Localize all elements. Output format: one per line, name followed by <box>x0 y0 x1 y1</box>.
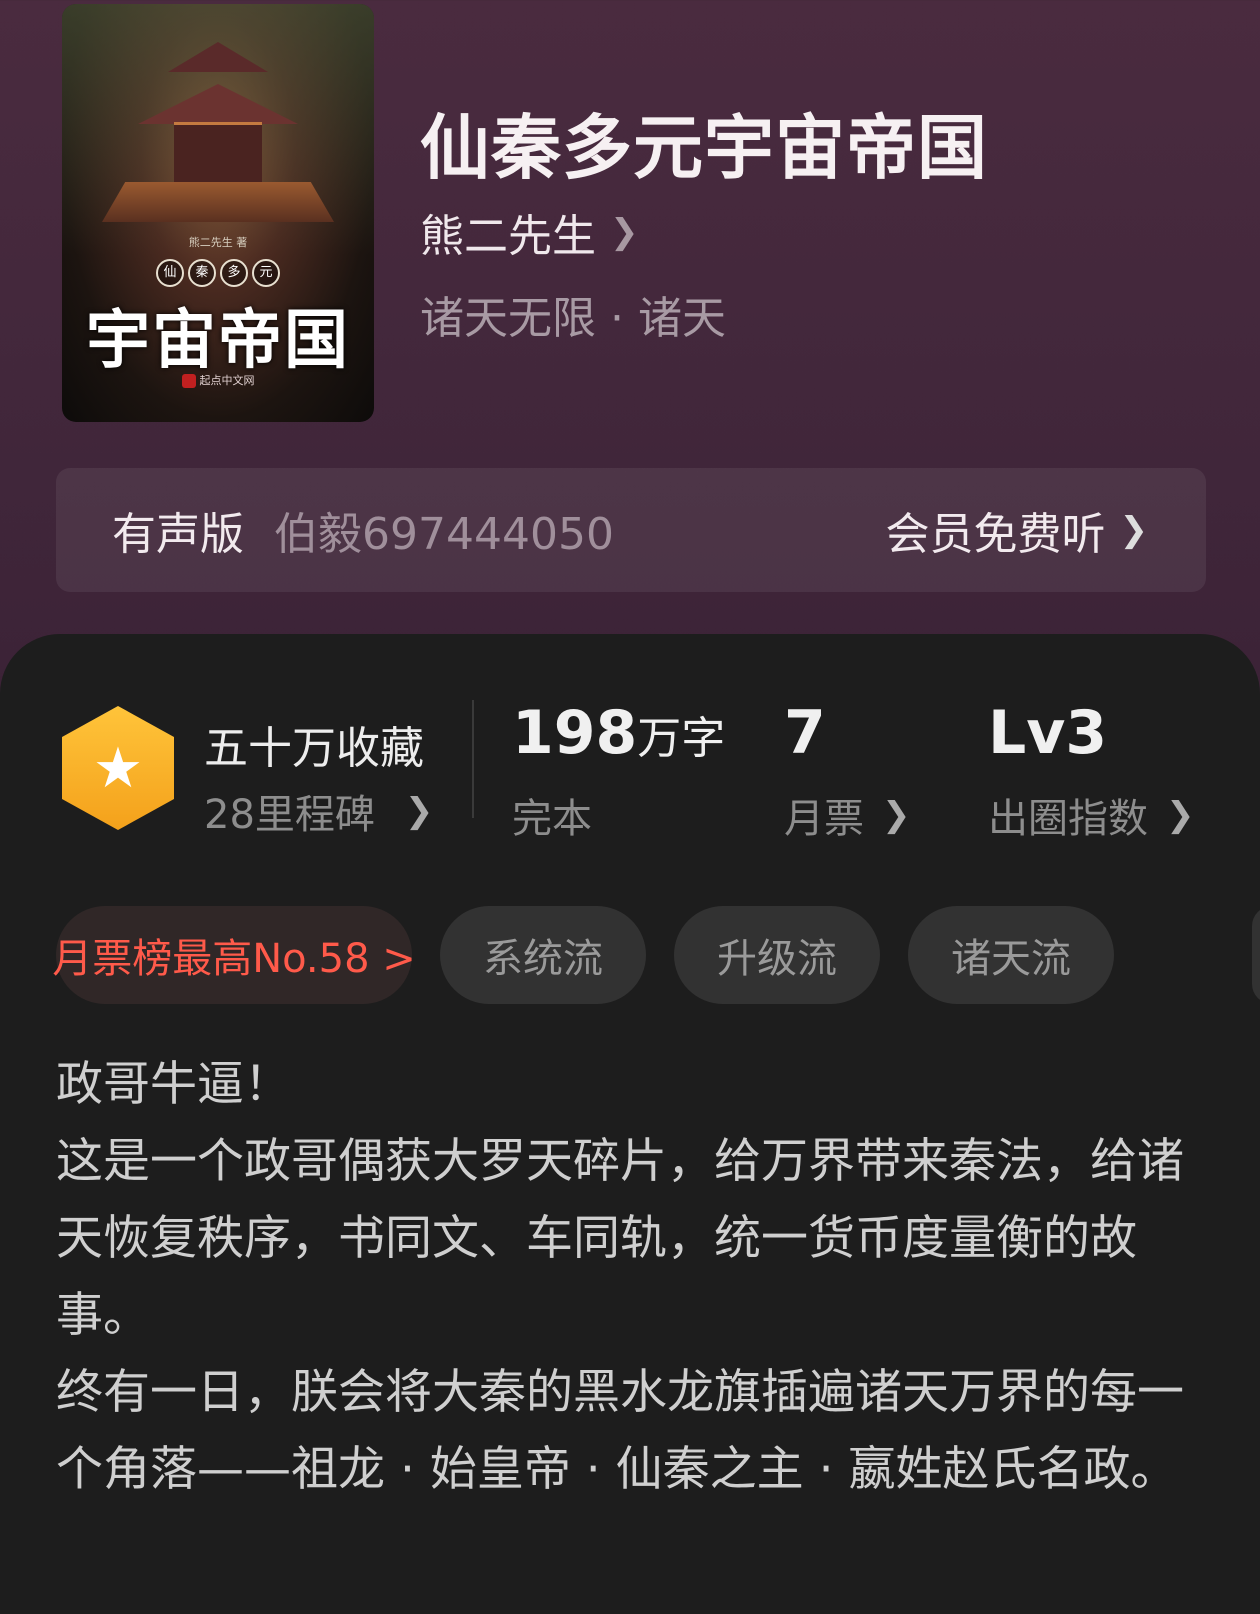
tag-chip[interactable]: 诸天流 <box>908 906 1114 1004</box>
tag-chip[interactable]: 系统流 <box>440 906 646 1004</box>
cover-pagoda-hall <box>174 122 262 185</box>
word-count: 198万字 <box>512 698 725 768</box>
milestones-link[interactable]: 28里程碑 ❯ <box>204 782 433 840</box>
tag-chip[interactable]: 升级流 <box>674 906 880 1004</box>
star-icon: ★ <box>92 735 144 801</box>
audio-label: 有声版 <box>112 509 244 560</box>
description-line: 政哥牛逼！ <box>56 1057 291 1112</box>
audio-cta-label: 会员免费听 <box>885 509 1106 560</box>
cover-circle-char: 元 <box>252 259 280 287</box>
chevron-right-icon: ❯ <box>882 795 911 835</box>
audio-narrator: 伯毅697444050 <box>274 509 614 560</box>
word-count-unit: 万字 <box>637 713 726 764</box>
cover-circle-char: 仙 <box>156 259 184 287</box>
publisher-logo-icon <box>181 374 196 388</box>
author-name: 熊二先生 <box>420 211 596 262</box>
popularity-index-link[interactable]: 出圈指数 ❯ <box>988 786 1195 844</box>
favorites-count[interactable]: 五十万收藏 <box>204 712 424 776</box>
book-genre[interactable]: 诸天无限 · 诸天 <box>420 282 726 346</box>
cover-author: 熊二先生 著 <box>188 236 248 249</box>
monthly-ticket-link[interactable]: 月票 ❯ <box>784 786 911 844</box>
cover-publisher: 起点中文网 <box>62 372 374 388</box>
cover-title: 宇宙帝国 <box>86 303 350 378</box>
author-link[interactable]: 熊二先生 ❯ <box>420 200 639 264</box>
chevron-right-icon: ❯ <box>1119 510 1149 550</box>
cover-circle-chars: 仙 秦 多 元 <box>62 259 374 287</box>
publisher-name: 起点中文网 <box>199 374 255 387</box>
stats-divider <box>472 700 474 818</box>
book-cover[interactable]: 熊二先生 著 仙 秦 多 元 宇宙帝国 起点中文网 <box>62 4 374 422</box>
description-line: 终有一日，朕会将大秦的黑水龙旗插遍诸天万界的每一个角落——祖龙 · 始皇帝 · … <box>56 1365 1184 1497</box>
chevron-right-icon: ❯ <box>610 212 639 252</box>
word-count-number: 198 <box>512 698 638 768</box>
tag-row: 月票榜最高No.58 > 系统流 升级流 诸天流 <box>52 906 1114 1004</box>
popularity-level: Lv3 <box>988 698 1108 768</box>
monthly-ticket-count: 7 <box>784 698 826 768</box>
book-description[interactable]: 政哥牛逼！ 这是一个政哥偶获大罗天碎片，给万界带来秦法，给诸天恢复秩序，书同文、… <box>56 1046 1206 1508</box>
cover-circle-char: 秦 <box>188 259 216 287</box>
description-line: 这是一个政哥偶获大罗天碎片，给万界带来秦法，给诸天恢复秩序，书同文、车同轨，统一… <box>56 1134 1184 1343</box>
milestones-label: 28里程碑 <box>204 792 375 838</box>
book-title: 仙秦多元宇宙帝国 <box>420 106 988 189</box>
cover-circle-char: 多 <box>220 259 248 287</box>
audio-listen-button[interactable]: 会员免费听 ❯ <box>886 498 1149 562</box>
popularity-index-label: 出圈指数 <box>988 796 1148 842</box>
favorites-badge-icon[interactable]: ★ <box>62 706 174 830</box>
tag-chip-overflow[interactable] <box>1252 906 1260 1004</box>
cover-pagoda-base <box>102 182 334 222</box>
book-info-panel: ★ 五十万收藏 28里程碑 ❯ 198万字 完本 7 月票 ❯ Lv3 出圈指数… <box>0 634 1260 1614</box>
rank-tag[interactable]: 月票榜最高No.58 > <box>52 906 416 1004</box>
chevron-right-icon: ❯ <box>1166 795 1195 835</box>
monthly-ticket-label: 月票 <box>784 796 864 842</box>
book-status-label: 完本 <box>512 796 592 842</box>
chevron-right-icon: ❯ <box>404 791 434 831</box>
audio-version-bar[interactable]: 有声版 伯毅697444050 会员免费听 ❯ <box>56 468 1206 592</box>
book-status: 完本 <box>512 786 592 844</box>
